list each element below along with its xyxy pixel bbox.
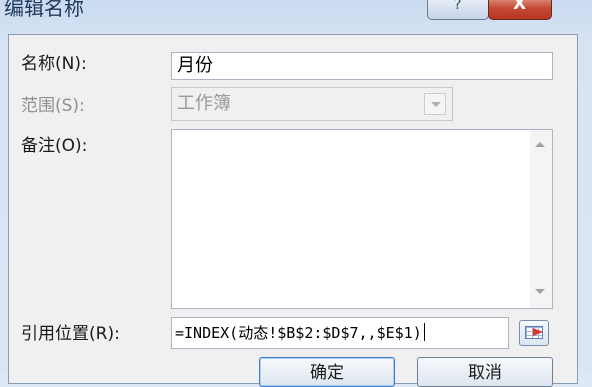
refers-to-input[interactable]: =INDEX(动态!$B$2:$D$7,,$E$1) bbox=[171, 317, 509, 349]
name-label: 名称(N): bbox=[21, 54, 87, 74]
dialog-window: 编辑名称 ? X 名称(N): 月份 范围(S): 工作簿 备注(O): 引用位… bbox=[0, 0, 592, 387]
dialog-body: 名称(N): 月份 范围(S): 工作簿 备注(O): 引用位置(R): =IN… bbox=[8, 34, 578, 387]
scope-select[interactable]: 工作簿 bbox=[171, 87, 453, 121]
chevron-down-icon[interactable] bbox=[424, 93, 446, 115]
close-button[interactable]: X bbox=[488, 0, 552, 20]
comment-label: 备注(O): bbox=[21, 136, 88, 156]
collapse-dialog-button[interactable] bbox=[519, 320, 549, 346]
scroll-down-icon[interactable] bbox=[535, 289, 545, 294]
refers-to-value: =INDEX(动态!$B$2:$D$7,,$E$1) bbox=[175, 324, 422, 342]
scope-select-value: 工作簿 bbox=[177, 93, 231, 114]
comment-textarea[interactable] bbox=[171, 129, 553, 309]
title-bar[interactable]: 编辑名称 ? X bbox=[0, 0, 592, 28]
help-icon: ? bbox=[454, 0, 462, 13]
cancel-button[interactable]: 取消 bbox=[417, 357, 553, 387]
refers-to-label: 引用位置(R): bbox=[21, 324, 120, 344]
scope-label: 范围(S): bbox=[21, 96, 85, 116]
help-button[interactable]: ? bbox=[427, 0, 489, 20]
ok-button[interactable]: 确定 bbox=[259, 357, 395, 387]
text-caret bbox=[423, 323, 425, 341]
window-title: 编辑名称 bbox=[4, 0, 84, 20]
scroll-up-icon[interactable] bbox=[535, 142, 545, 147]
comment-scrollbar[interactable] bbox=[530, 130, 552, 308]
name-input-value: 月份 bbox=[177, 55, 213, 76]
name-input[interactable]: 月份 bbox=[171, 52, 553, 80]
close-icon: X bbox=[513, 0, 527, 14]
